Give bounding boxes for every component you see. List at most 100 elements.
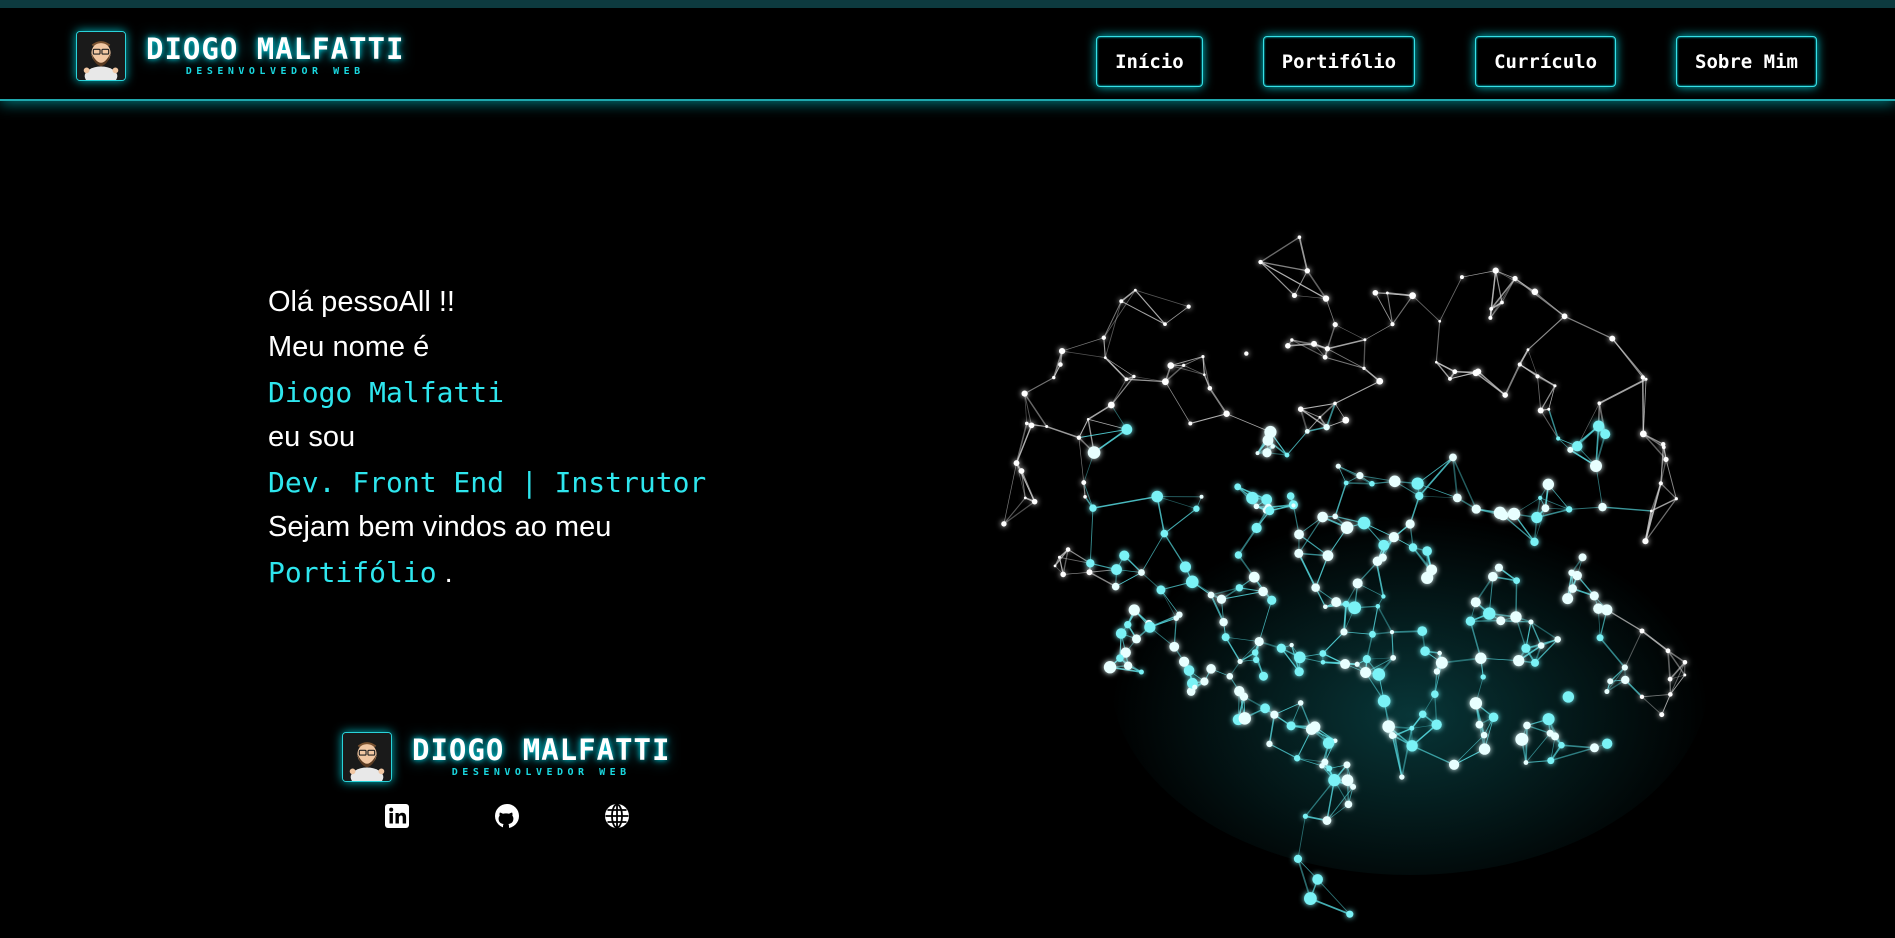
- brain-node: [1001, 521, 1007, 527]
- brain-node: [1086, 569, 1093, 576]
- brain-node: [1294, 548, 1304, 558]
- footer-brand: DIOGO MALFATTI DESENVOLVEDOR WEB: [342, 731, 670, 783]
- brain-node: [1399, 774, 1405, 780]
- brain-node: [1530, 658, 1539, 667]
- brain-node: [1258, 259, 1263, 265]
- brain-node: [1161, 378, 1169, 386]
- brain-node: [1492, 267, 1499, 274]
- linkedin-icon[interactable]: [382, 801, 412, 831]
- brain-node: [1553, 384, 1557, 388]
- brain-node: [1244, 351, 1249, 356]
- brain-network-svg: [1001, 235, 1710, 918]
- brain-node: [1459, 275, 1464, 280]
- brain-edge: [1121, 300, 1166, 325]
- brain-node: [1201, 354, 1205, 359]
- brain-edge: [1105, 357, 1135, 377]
- brain-edge: [1527, 315, 1565, 351]
- brain-node: [1207, 385, 1213, 391]
- brain-node: [1322, 295, 1330, 302]
- brain-node: [1322, 816, 1332, 825]
- brain-node: [1188, 421, 1193, 426]
- brain-node: [1167, 362, 1175, 369]
- brain-edge: [1087, 404, 1112, 420]
- brain-node: [1668, 692, 1673, 697]
- brain-node: [1523, 721, 1531, 730]
- brain-node: [1290, 338, 1294, 342]
- brain-node: [1592, 420, 1605, 432]
- brain-node: [1547, 407, 1551, 411]
- brain-node: [1621, 664, 1628, 671]
- brain-node: [1607, 678, 1614, 685]
- brain-node: [1058, 348, 1066, 355]
- brain-node: [1311, 583, 1320, 592]
- brain-node: [1185, 575, 1199, 589]
- brain-node: [1510, 611, 1522, 623]
- brain-node: [1621, 675, 1630, 685]
- brain-node: [1665, 648, 1671, 654]
- brain-node: [1234, 685, 1245, 697]
- brain-edge: [1046, 425, 1080, 439]
- brain-edge: [1602, 506, 1652, 512]
- brain-node: [1435, 360, 1438, 364]
- brain-node: [1489, 306, 1494, 311]
- brain-node: [1326, 765, 1333, 772]
- brain-node: [1480, 674, 1486, 680]
- globe-icon[interactable]: [602, 801, 632, 831]
- brain-node: [1252, 656, 1260, 664]
- brain-node: [1659, 712, 1665, 718]
- brain-node: [1449, 453, 1457, 462]
- brain-node: [1488, 571, 1498, 582]
- brain-node: [1132, 634, 1142, 644]
- header-brand[interactable]: DIOGO MALFATTI DESENVOLVEDOR WEB: [76, 30, 404, 82]
- brain-node: [1538, 495, 1543, 500]
- nav-sobre-mim-button[interactable]: Sobre Mim: [1676, 36, 1817, 87]
- brain-node: [1086, 418, 1090, 421]
- brain-node: [1297, 235, 1302, 240]
- brain-node: [1324, 346, 1331, 352]
- brain-node: [1138, 669, 1144, 675]
- footer-brand-subtitle: DESENVOLVEDOR WEB: [451, 767, 631, 778]
- brain-node: [1642, 538, 1649, 545]
- brain-node: [1255, 451, 1260, 456]
- brain-node: [1219, 617, 1228, 627]
- brain-node: [1203, 373, 1206, 377]
- brain-node: [1493, 506, 1507, 520]
- nav-portifolio-button[interactable]: Portifólio: [1262, 36, 1416, 87]
- brain-node: [1362, 366, 1366, 370]
- brain-node: [1346, 910, 1354, 918]
- brain-node: [1293, 755, 1301, 762]
- brain-node: [1343, 761, 1351, 769]
- brain-node: [1119, 299, 1124, 304]
- brain-edge: [1016, 462, 1036, 502]
- brain-edge: [1078, 437, 1085, 483]
- brain-node: [1448, 759, 1460, 770]
- brain-node: [1144, 621, 1156, 633]
- role-highlight: Dev. Front End | Instrutor: [268, 466, 707, 499]
- brain-edge: [1504, 364, 1521, 396]
- brain-node: [1470, 597, 1481, 608]
- brain-node: [1363, 338, 1367, 342]
- brain-node: [1531, 288, 1539, 296]
- brain-node: [1513, 655, 1525, 667]
- brain-node: [1340, 628, 1348, 636]
- brain-node: [1323, 604, 1328, 610]
- brain-node: [1415, 491, 1424, 501]
- brain-edge: [1346, 482, 1372, 485]
- brain-edge: [1190, 413, 1227, 424]
- brain-node: [1254, 636, 1264, 647]
- nav-curriculo-button[interactable]: Currículo: [1475, 36, 1617, 87]
- brain-node: [1369, 630, 1376, 638]
- brain-edge: [1015, 423, 1028, 464]
- brain-edge: [1110, 378, 1127, 406]
- brain-edge: [1548, 385, 1556, 410]
- brain-node: [1480, 731, 1488, 739]
- brain-node: [1284, 452, 1290, 458]
- brain-node: [1156, 585, 1166, 595]
- brain-node: [1262, 448, 1272, 458]
- brain-node: [1323, 423, 1330, 431]
- brain-node: [1178, 656, 1190, 667]
- nav-inicio-button[interactable]: Início: [1096, 36, 1203, 87]
- github-icon[interactable]: [492, 801, 522, 831]
- brain-node: [1475, 652, 1487, 664]
- brain-node: [1512, 275, 1518, 282]
